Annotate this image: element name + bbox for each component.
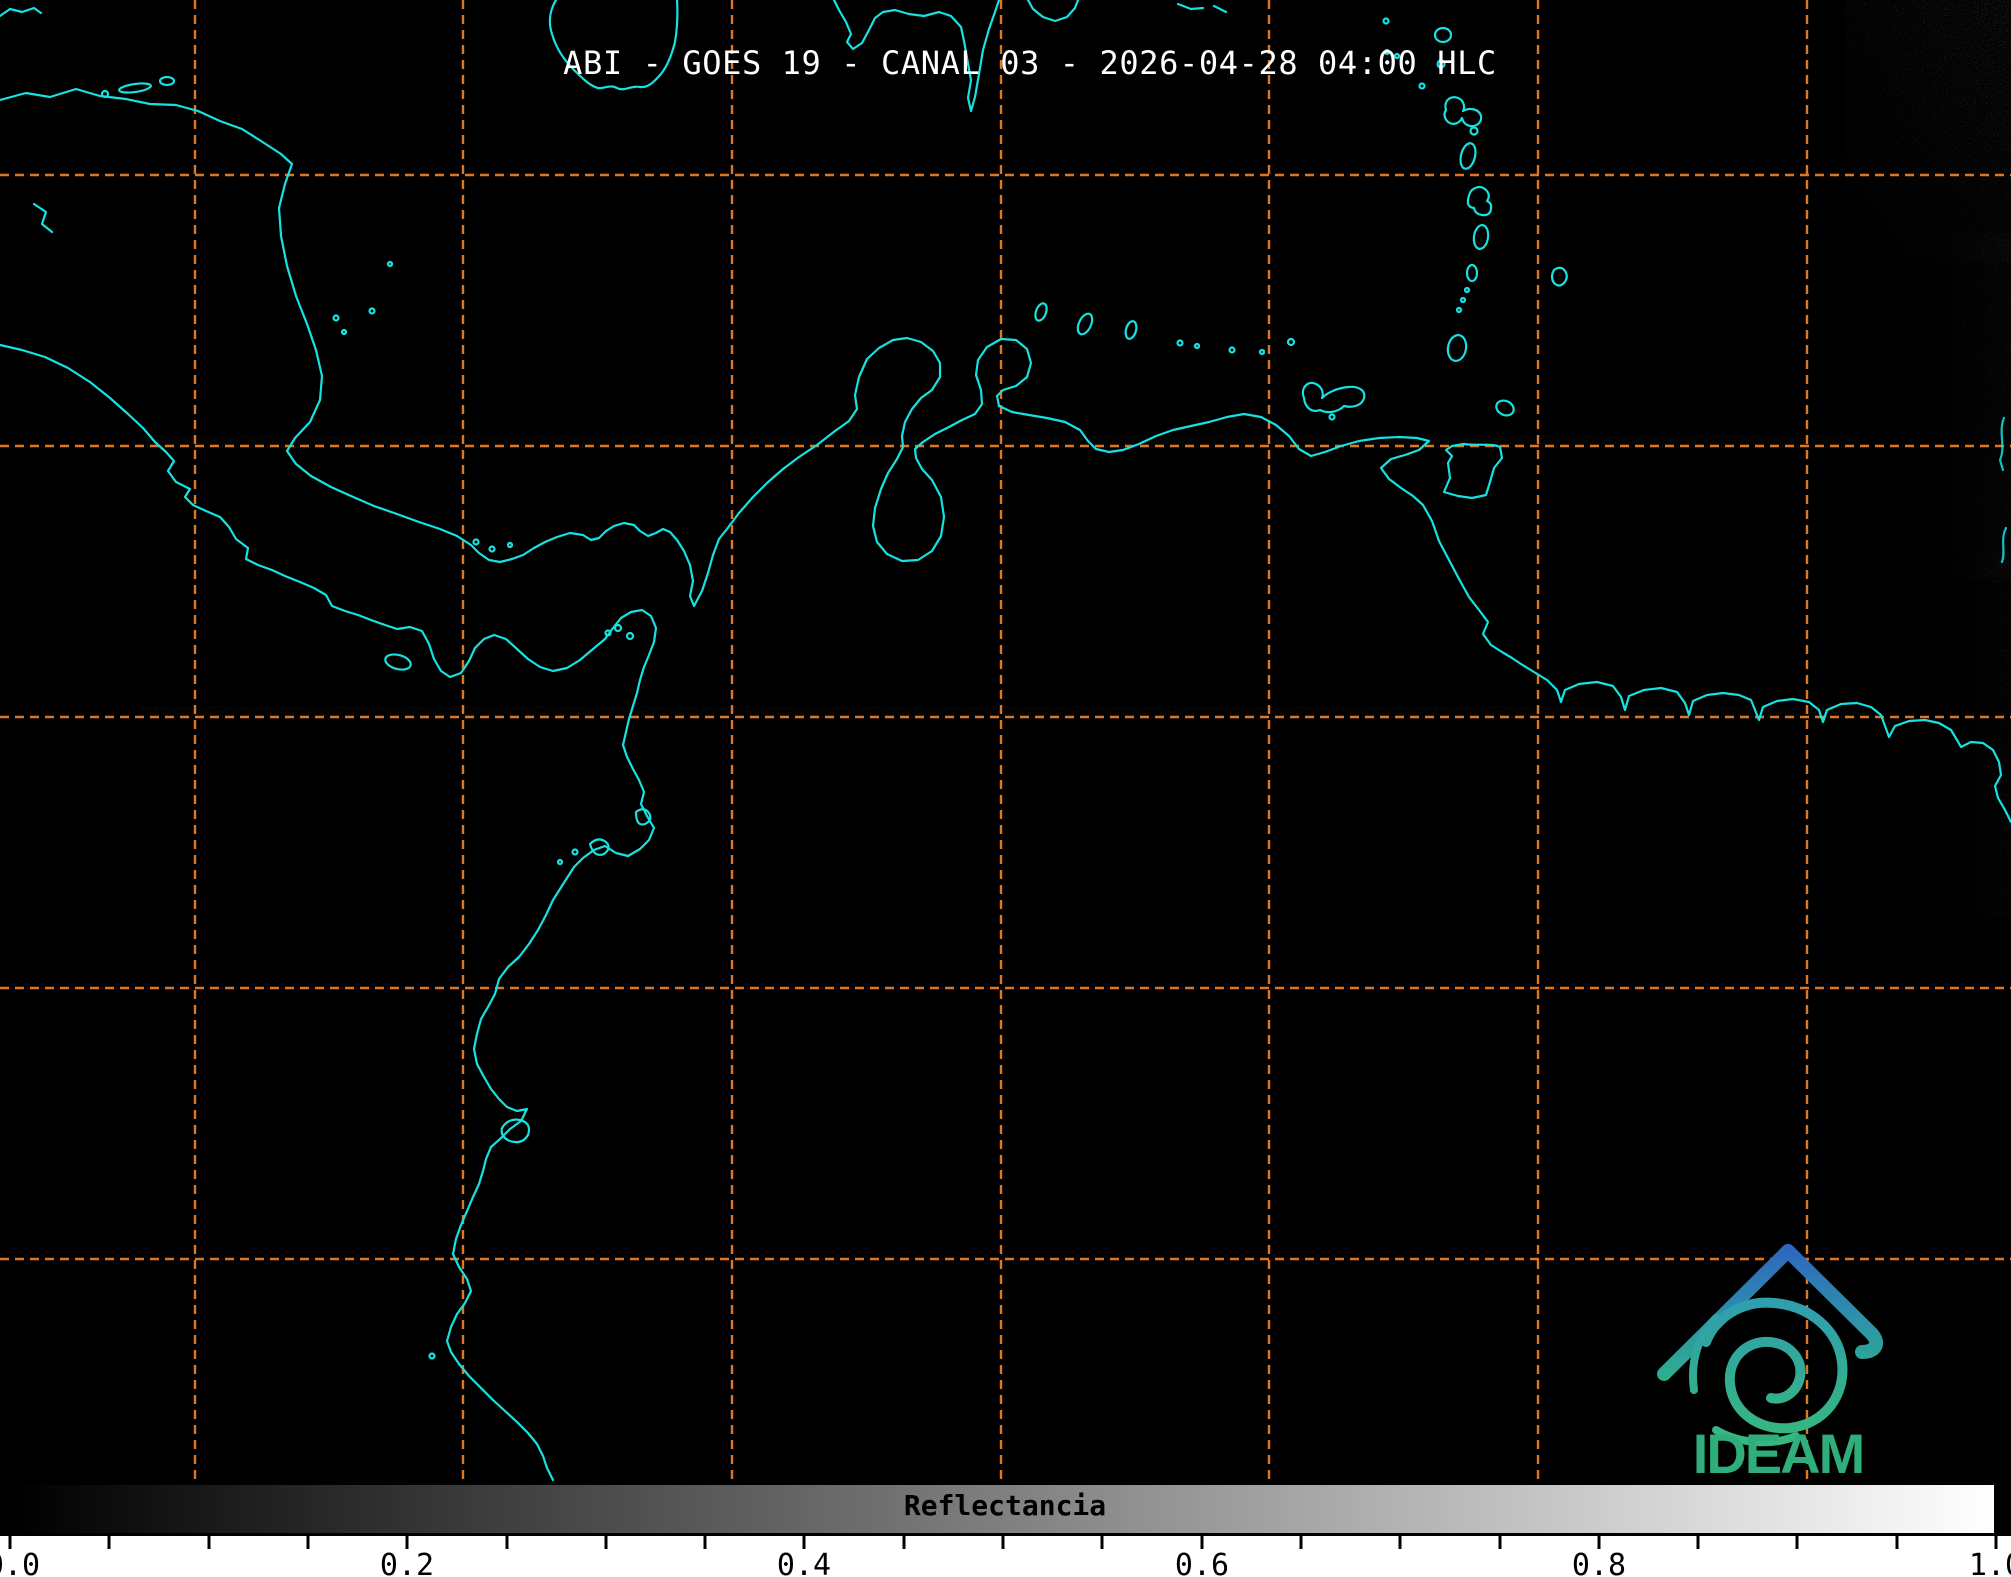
tick-label-0.0: 0.0 [0, 1548, 41, 1577]
latlon-grid [0, 0, 2011, 1480]
dominica [1459, 142, 1477, 170]
offshore-islets [332, 260, 635, 671]
tick-label-1.0: 1.0 [1968, 1548, 2011, 1577]
curacao [1076, 312, 1094, 336]
martinique [1466, 185, 1493, 217]
ideam-logo-text: IDEAM [1692, 1422, 1865, 1485]
image-title: ABI - GOES 19 - CANAL 03 - 2026-04-28 04… [563, 44, 1497, 82]
coast-fragment [0, 6, 54, 234]
grenada [1446, 334, 1468, 362]
aruba [1034, 302, 1048, 322]
tick-label-0.6: 0.6 [1174, 1548, 1230, 1577]
margarita [1301, 381, 1366, 414]
tick-label-0.2: 0.2 [379, 1548, 435, 1577]
trinidad [1442, 442, 1504, 500]
tobago [1495, 399, 1515, 417]
bonaire [1124, 320, 1138, 340]
cloud-noise [140, 0, 2011, 918]
bay-islands [100, 75, 176, 99]
venezuelan-islands [1034, 302, 1366, 421]
guadeloupe [1443, 96, 1483, 128]
pacific-coastline [0, 343, 658, 1482]
satellite-map [0, 0, 2011, 1549]
coast-fragment [1026, 0, 1080, 23]
colorbar-label: Reflectancia [903, 1489, 1107, 1522]
tick-label-0.8: 0.8 [1571, 1548, 1627, 1577]
coast-fragment [1176, 2, 1228, 14]
st-vincent [1465, 263, 1479, 283]
logo-spiral-icon [1701, 1297, 1848, 1434]
lesser-antilles [1382, 17, 1568, 500]
satellite-image-viewer: ABI - GOES 19 - CANAL 03 - 2026-04-28 04… [0, 0, 2011, 1577]
tick-label-0.4: 0.4 [776, 1548, 832, 1577]
st-lucia [1472, 223, 1490, 251]
colorbar-ticks [8, 1536, 1998, 1549]
barbados [1550, 266, 1568, 287]
ideam-logo [1657, 1244, 1884, 1447]
